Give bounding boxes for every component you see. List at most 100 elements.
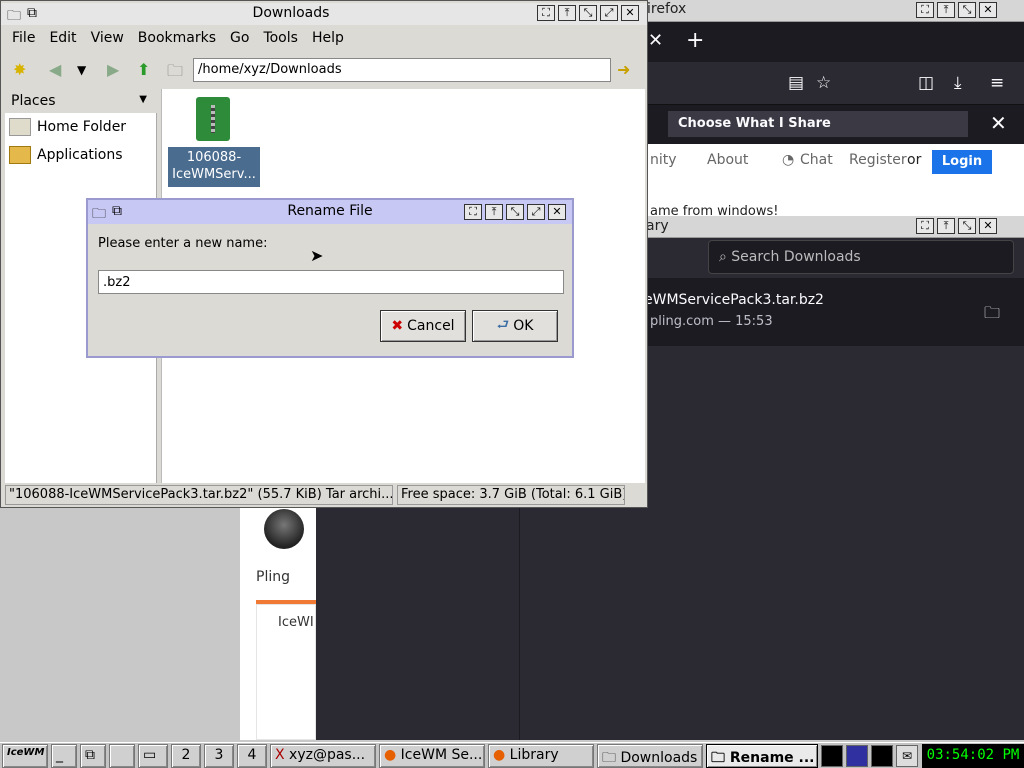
nav-or: or: [907, 152, 922, 168]
clock[interactable]: 03:54:02 PM: [922, 743, 1024, 768]
dialog-titlebar[interactable]: 🗀 ⧉ Rename File ⛶ ⤒ ⤡ ⤢ ✕: [88, 200, 572, 224]
status-file-info: "106088-IceWMServicePack3.tar.bz2" (55.7…: [5, 485, 393, 505]
new-window-icon[interactable]: ✸: [13, 60, 26, 79]
new-tab-icon[interactable]: +: [686, 28, 704, 53]
close-icon[interactable]: ✕: [548, 204, 566, 220]
folder-icon: 🗀: [167, 61, 184, 80]
download-name: eWMServicePack3.tar.bz2: [644, 292, 824, 308]
restore-icon[interactable]: ⤡: [958, 218, 976, 234]
rollup-icon[interactable]: ⤒: [937, 2, 955, 18]
up-icon[interactable]: ⬆: [137, 60, 150, 79]
show-desktop-button[interactable]: _: [51, 743, 77, 768]
history-dropdown-icon[interactable]: ▼: [77, 63, 86, 77]
window-title: Downloads: [252, 5, 330, 21]
place-home-folder[interactable]: Home Folder: [9, 118, 126, 136]
task-terminal[interactable]: Ⅹ xyz@pas...: [270, 743, 376, 768]
cancel-button[interactable]: ✖ Cancel: [380, 310, 466, 342]
dialog-prompt: Please enter a new name:: [98, 236, 268, 251]
folder-icon[interactable]: 🗀: [984, 302, 1000, 329]
workspace-3-button[interactable]: 3: [204, 743, 234, 768]
memory-monitor-icon[interactable]: [871, 744, 893, 767]
network-monitor-icon[interactable]: [846, 744, 868, 767]
nav-register[interactable]: Register: [849, 152, 907, 168]
reader-view-icon[interactable]: ▤: [788, 73, 804, 93]
task-library[interactable]: ● Library: [488, 743, 594, 768]
workspace-icon: ▭: [143, 746, 157, 763]
workspace-1-button[interactable]: [109, 743, 135, 768]
place-applications[interactable]: Applications: [9, 146, 123, 164]
ok-label: OK: [513, 318, 534, 334]
nav-about[interactable]: About: [707, 152, 748, 168]
file-manager-window-controls: ⛶ ⤒ ⤡ ⤢ ✕: [537, 5, 639, 21]
maximize-icon[interactable]: ⛶: [916, 2, 934, 18]
cpu-monitor-icon[interactable]: [821, 744, 843, 767]
forward-icon[interactable]: ▶: [107, 60, 119, 79]
places-header[interactable]: Places ▼: [5, 89, 155, 113]
close-icon[interactable]: ✕: [990, 111, 1007, 135]
ok-icon: ⮐: [496, 317, 510, 333]
menu-bookmarks[interactable]: Bookmarks: [131, 27, 223, 51]
task-downloads[interactable]: 🗀 Downloads: [597, 743, 703, 768]
menu-view[interactable]: View: [84, 27, 131, 51]
firefox-tab-strip: ✕ +: [610, 22, 1024, 62]
tab-close-icon[interactable]: ✕: [648, 30, 663, 51]
workspace-active-button[interactable]: ▭: [138, 743, 168, 768]
nav-community[interactable]: nity: [650, 152, 677, 168]
window-list-icon: ⧉: [85, 746, 95, 763]
fullscreen-icon[interactable]: ⤢: [527, 204, 545, 220]
rollup-icon[interactable]: ⤒: [558, 5, 576, 21]
avatar[interactable]: [264, 509, 304, 549]
terminal-icon: Ⅹ: [275, 746, 285, 763]
rollup-icon[interactable]: ⤒: [485, 204, 503, 220]
fullscreen-icon[interactable]: ⤢: [600, 5, 618, 21]
task-rename[interactable]: 🗀 Rename ...: [706, 743, 818, 768]
menu-icon[interactable]: ≡: [990, 73, 1004, 93]
task-firefox[interactable]: ● IceWM Se...: [379, 743, 485, 768]
window-list-button[interactable]: ⧉: [80, 743, 106, 768]
chevron-down-icon[interactable]: ▼: [139, 94, 147, 105]
task-label: xyz@pas...: [289, 746, 366, 763]
new-name-input[interactable]: [98, 270, 564, 294]
close-icon[interactable]: ✕: [979, 2, 997, 18]
start-menu-button[interactable]: IceWM: [2, 743, 48, 768]
login-button[interactable]: Login: [932, 150, 992, 174]
search-icon: ⌕: [719, 249, 732, 265]
choose-share-button[interactable]: Choose What I Share: [668, 111, 968, 137]
pocket-icon[interactable]: ◫: [918, 73, 934, 93]
toolbar: ✸ ◀ ▼ ▶ ⬆ 🗀 /home/xyz/Downloads ➜: [5, 55, 643, 85]
back-icon[interactable]: ◀: [49, 60, 61, 79]
firefox-window-controls: ⛶ ⤒ ⤡ ✕: [916, 2, 997, 18]
mail-icon[interactable]: ✉: [896, 744, 918, 767]
path-bar[interactable]: /home/xyz/Downloads: [193, 58, 611, 82]
chat-icon: ◔: [782, 152, 795, 168]
menu-help[interactable]: Help: [305, 27, 351, 51]
bookmark-star-icon[interactable]: ☆: [816, 73, 831, 93]
workspace-2-button[interactable]: 2: [171, 743, 201, 768]
menu-file[interactable]: File: [5, 27, 42, 51]
restore-icon[interactable]: ⤡: [579, 5, 597, 21]
task-label: Library: [509, 746, 559, 763]
go-icon[interactable]: ➜: [617, 60, 630, 79]
maximize-icon[interactable]: ⛶: [916, 218, 934, 234]
downloads-icon[interactable]: ⤓: [954, 73, 962, 93]
workspace-4-button[interactable]: 4: [237, 743, 267, 768]
file-manager-titlebar[interactable]: 🗀 ⧉ Downloads ⛶ ⤒ ⤡ ⤢ ✕: [1, 3, 647, 25]
restore-icon[interactable]: ⤡: [958, 2, 976, 18]
file-item[interactable]: 106088- IceWMServ...: [168, 95, 260, 187]
maximize-icon[interactable]: ⛶: [537, 5, 555, 21]
ok-button[interactable]: ⮐ OK: [472, 310, 558, 342]
firefox-titlebar[interactable]: Firefox ⛶ ⤒ ⤡ ✕: [610, 0, 1024, 22]
close-icon[interactable]: ✕: [979, 218, 997, 234]
rollup-icon[interactable]: ⤒: [937, 218, 955, 234]
menu-tools[interactable]: Tools: [256, 27, 305, 51]
menu-go[interactable]: Go: [223, 27, 256, 51]
search-downloads-input[interactable]: ⌕ Search Downloads: [708, 240, 1014, 274]
menu-edit[interactable]: Edit: [42, 27, 83, 51]
close-icon[interactable]: ✕: [621, 5, 639, 21]
restore-icon[interactable]: ⤡: [506, 204, 524, 220]
task-label: Downloads: [620, 749, 698, 766]
file-label: 106088- IceWMServ...: [168, 147, 260, 187]
nav-chat[interactable]: Chat: [800, 152, 833, 168]
maximize-icon[interactable]: ⛶: [464, 204, 482, 220]
dialog-window-controls: ⛶ ⤒ ⤡ ⤢ ✕: [464, 204, 566, 220]
